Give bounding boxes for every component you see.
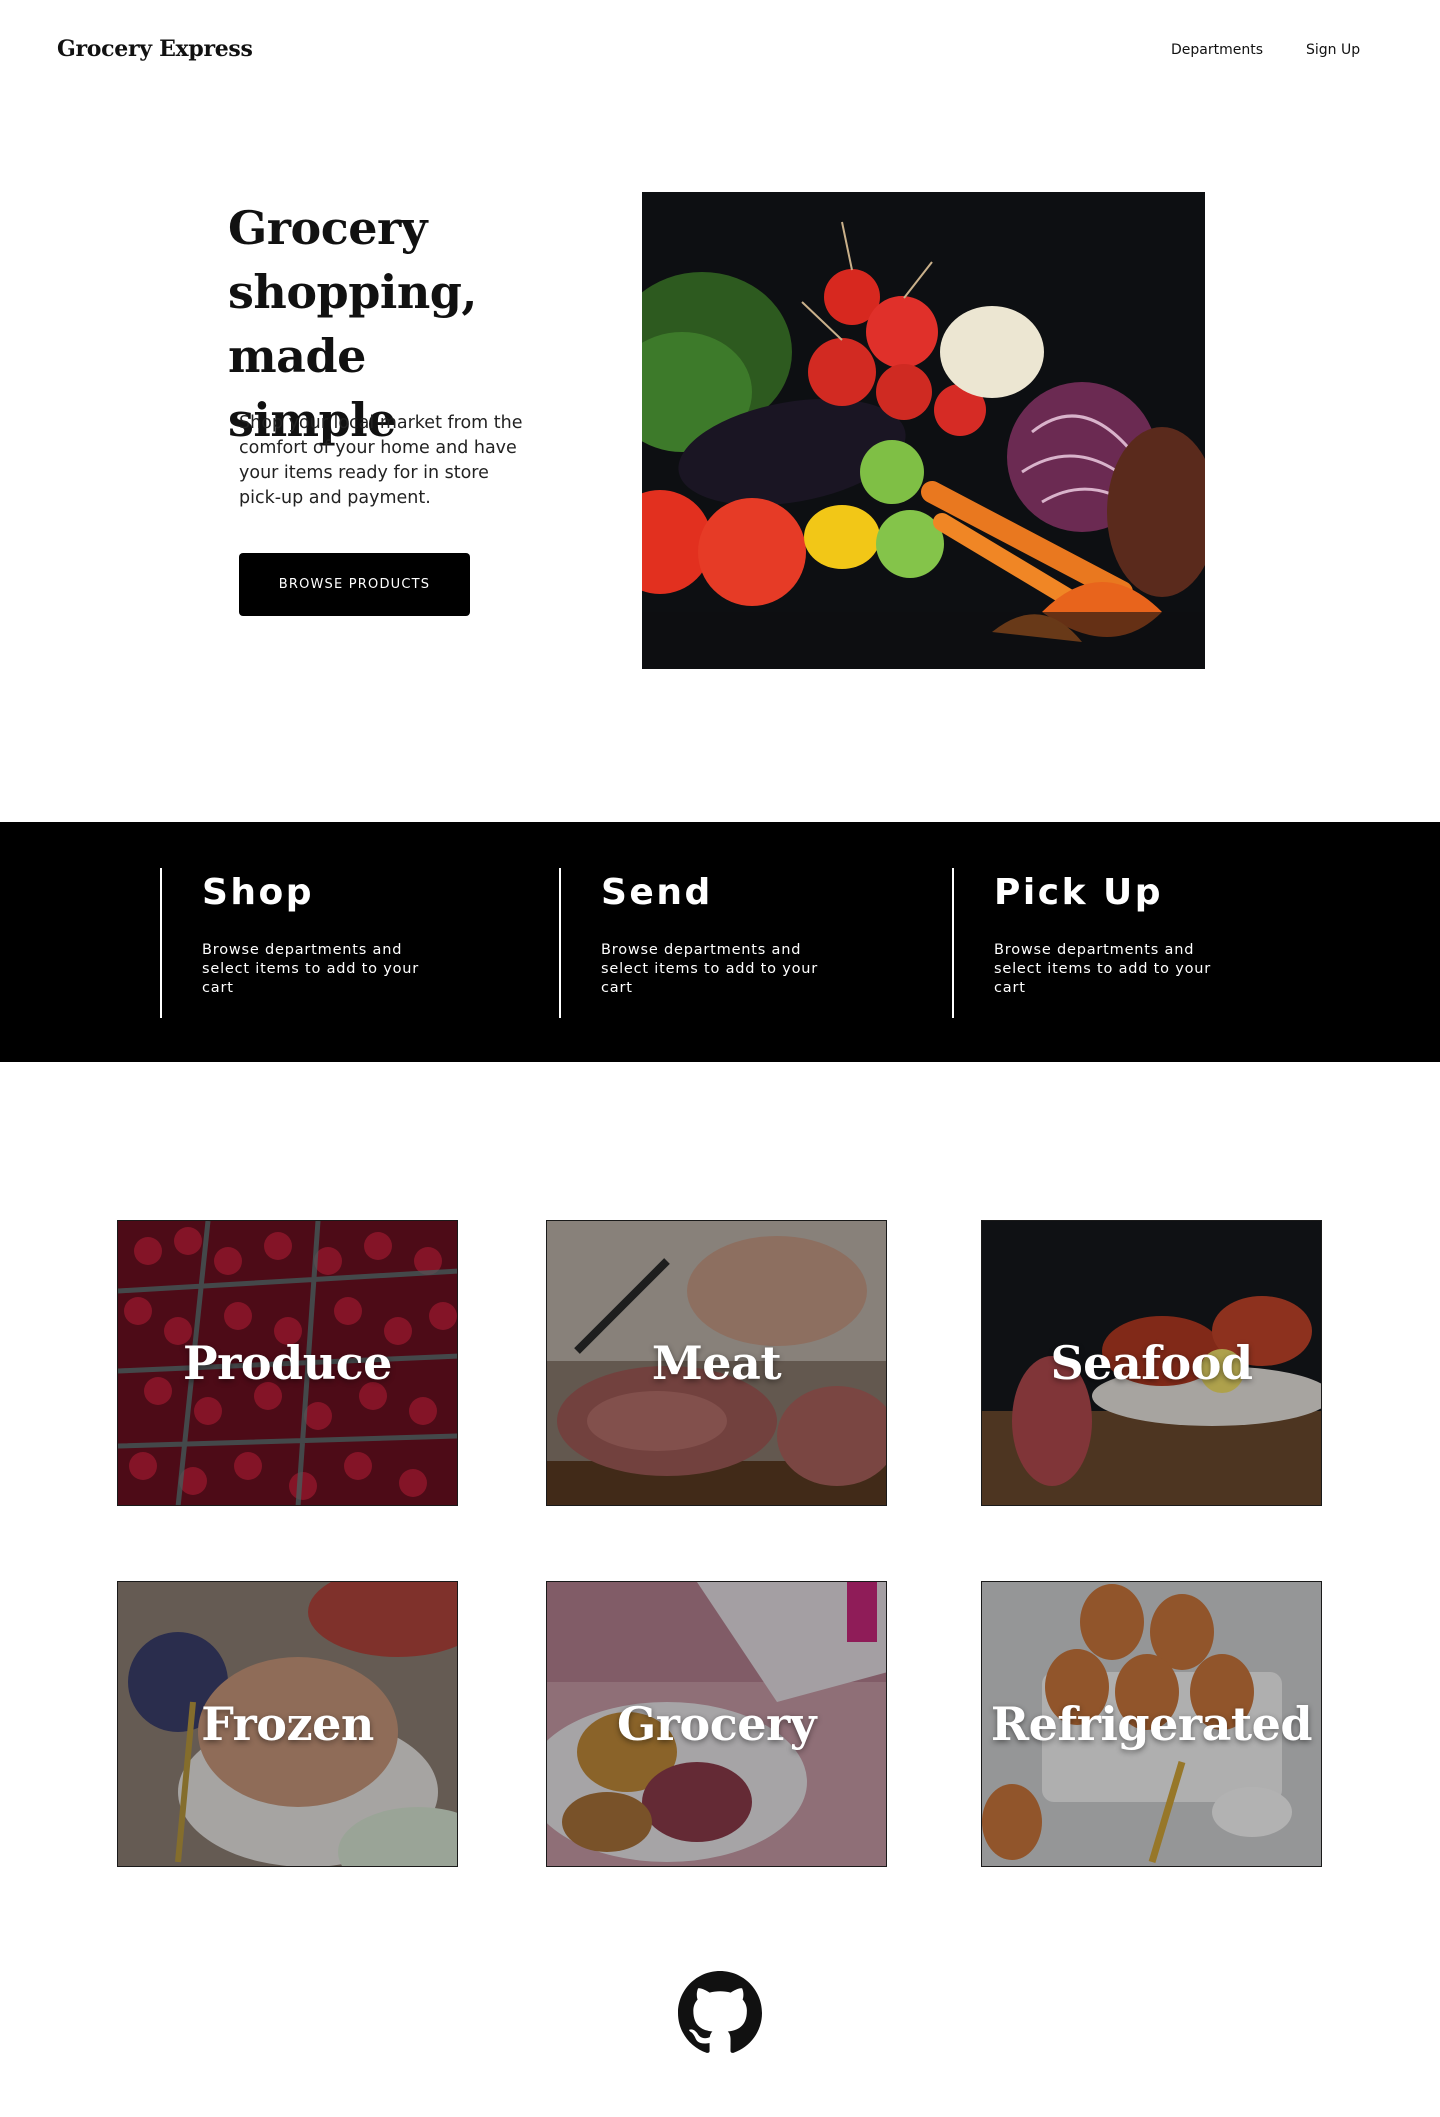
step-title: Shop — [202, 872, 315, 913]
step-title: Send — [601, 872, 713, 913]
step-send: Send Browse departments and select items… — [559, 868, 851, 1018]
github-mark — [678, 1971, 762, 2053]
nav-sign-up[interactable]: Sign Up — [1306, 42, 1360, 58]
department-label: Produce — [183, 1336, 392, 1390]
how-it-works-band: Shop Browse departments and select items… — [0, 822, 1440, 1062]
department-label: Frozen — [201, 1697, 374, 1751]
step-description: Browse departments and select items to a… — [994, 942, 1212, 996]
github-icon[interactable] — [678, 1971, 762, 2055]
hero-vegetables-image — [642, 192, 1205, 669]
step-description: Browse departments and select items to a… — [202, 942, 420, 996]
department-meat-tile[interactable]: Meat — [546, 1220, 887, 1506]
hero-title-line: Grocery — [228, 201, 427, 255]
department-seafood-tile[interactable]: Seafood — [981, 1220, 1322, 1506]
department-label: Seafood — [1050, 1336, 1253, 1390]
site-header: Grocery Express Departments Sign Up — [0, 0, 1440, 104]
step-pick-up: Pick Up Browse departments and select it… — [952, 868, 1244, 1018]
department-frozen-tile[interactable]: Frozen — [117, 1581, 458, 1867]
brand-logo[interactable]: Grocery Express — [57, 36, 253, 62]
hero-title-line: shopping, — [228, 265, 477, 319]
department-grocery-tile[interactable]: Grocery — [546, 1581, 887, 1867]
hero-description: Shop your local market from the comfort … — [239, 413, 523, 508]
department-produce-tile[interactable]: Produce — [117, 1220, 458, 1506]
nav-departments[interactable]: Departments — [1171, 42, 1263, 58]
vegetables-illustration — [642, 192, 1205, 669]
department-label: Grocery — [617, 1697, 816, 1751]
department-refrigerated-tile[interactable]: Refrigerated — [981, 1581, 1322, 1867]
department-label: Refrigerated — [990, 1697, 1313, 1751]
department-label: Meat — [651, 1336, 782, 1390]
step-description: Browse departments and select items to a… — [601, 942, 819, 996]
browse-products-button[interactable]: BROWSE PRODUCTS — [239, 553, 470, 616]
step-title: Pick Up — [994, 872, 1164, 913]
step-shop: Shop Browse departments and select items… — [160, 868, 452, 1018]
